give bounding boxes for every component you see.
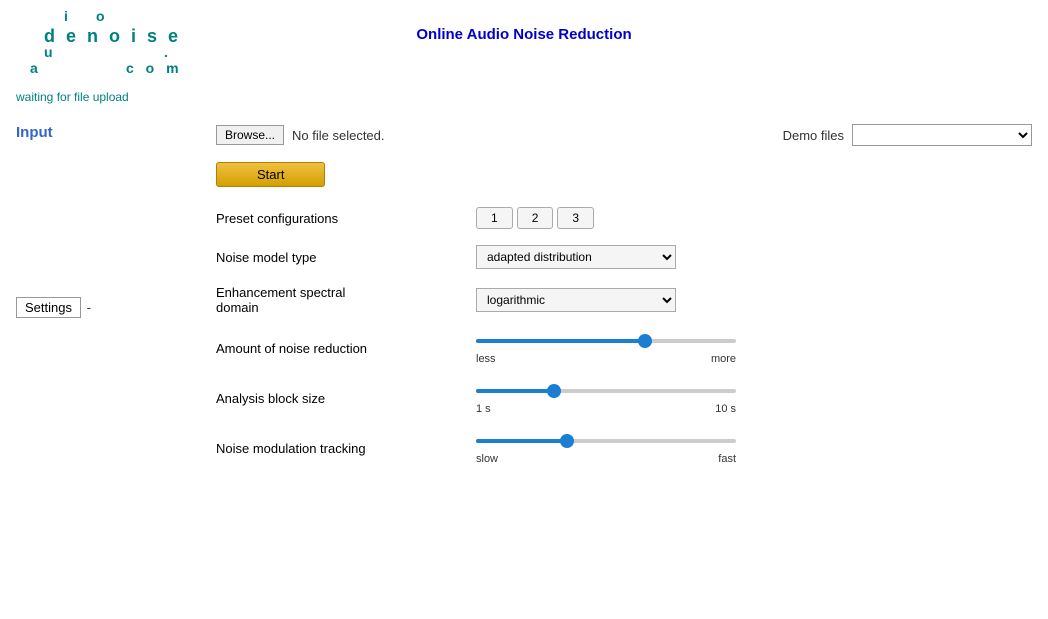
enhancement-label: Enhancement spectral domain [216, 285, 476, 315]
demo-files-label: Demo files [783, 128, 844, 143]
block-size-fill [476, 389, 554, 393]
status-text: waiting for file upload [16, 90, 129, 104]
logo-dot: . [164, 44, 172, 60]
noise-reduction-labels: less more [476, 353, 736, 365]
preset-label: Preset configurations [216, 211, 476, 226]
modulation-thumb[interactable] [560, 434, 574, 448]
block-size-labels: 1 s 10 s [476, 403, 736, 415]
logo: i o d e n o i s e u . a c o m [16, 8, 196, 78]
noise-reduction-control: less more [476, 331, 1032, 365]
demo-group: Demo files [783, 124, 1032, 146]
modulation-label: Noise modulation tracking [216, 441, 476, 456]
settings-section: Settings - [16, 297, 184, 318]
preset-control: 1 2 3 [476, 207, 1032, 229]
content-area: Browse... No file selected. Demo files S… [200, 116, 1048, 489]
modulation-min: slow [476, 453, 498, 465]
enhancement-control: logarithmic linear mel [476, 288, 1032, 312]
logo-o: o [96, 8, 109, 24]
block-size-slider-container [476, 381, 736, 401]
enhancement-row: Enhancement spectral domain logarithmic … [216, 285, 1032, 315]
enhancement-label-line2: domain [216, 300, 259, 315]
enhancement-select[interactable]: logarithmic linear mel [476, 288, 676, 312]
file-status-text: No file selected. [292, 128, 385, 143]
noise-model-select[interactable]: adapted distribution fixed distribution … [476, 245, 676, 269]
sidebar: Input Settings - [0, 116, 200, 489]
modulation-fill [476, 439, 567, 443]
preset-row: Preset configurations 1 2 3 [216, 207, 1032, 229]
logo-u: u [44, 44, 57, 60]
preset-btn-1[interactable]: 1 [476, 207, 513, 229]
block-size-row: Analysis block size 1 s 10 s [216, 381, 1032, 415]
settings-area: Preset configurations 1 2 3 Noise model … [216, 207, 1032, 481]
block-size-min: 1 s [476, 403, 491, 415]
header: i o d e n o i s e u . a c o m Online Aud… [0, 0, 1048, 86]
logo-a: a [30, 60, 42, 76]
modulation-row: Noise modulation tracking slow fast [216, 431, 1032, 465]
main-content: Input Settings - Browse... No file selec… [0, 116, 1048, 489]
input-label: Input [16, 124, 184, 141]
modulation-track [476, 439, 736, 443]
noise-reduction-min: less [476, 353, 496, 365]
modulation-max: fast [718, 453, 736, 465]
logo-com: c o m [126, 60, 183, 76]
status-bar: waiting for file upload [0, 86, 1048, 108]
site-title: Online Audio Noise Reduction [416, 26, 631, 43]
modulation-labels: slow fast [476, 453, 736, 465]
noise-reduction-label: Amount of noise reduction [216, 341, 476, 356]
browse-button[interactable]: Browse... [216, 125, 284, 145]
noise-reduction-track [476, 339, 736, 343]
preset-btns: 1 2 3 [476, 207, 1032, 229]
settings-label-text: Settings [25, 300, 72, 315]
start-btn-row: Start [216, 162, 1032, 187]
browse-group: Browse... No file selected. [216, 125, 385, 145]
noise-reduction-thumb[interactable] [638, 334, 652, 348]
noise-model-label: Noise model type [216, 250, 476, 265]
noise-reduction-fill [476, 339, 645, 343]
block-size-max: 10 s [715, 403, 736, 415]
block-size-track [476, 389, 736, 393]
block-size-thumb[interactable] [547, 384, 561, 398]
top-controls: Browse... No file selected. Demo files [216, 124, 1032, 146]
block-size-label: Analysis block size [216, 391, 476, 406]
block-size-control: 1 s 10 s [476, 381, 1032, 415]
demo-files-select[interactable] [852, 124, 1032, 146]
noise-model-row: Noise model type adapted distribution fi… [216, 245, 1032, 269]
enhancement-label-line1: Enhancement spectral [216, 285, 345, 300]
noise-reduction-row: Amount of noise reduction less more [216, 331, 1032, 365]
modulation-slider-container [476, 431, 736, 451]
preset-btn-2[interactable]: 2 [517, 207, 554, 229]
noise-reduction-slider-container [476, 331, 736, 351]
noise-model-control: adapted distribution fixed distribution … [476, 245, 1032, 269]
modulation-control: slow fast [476, 431, 1032, 465]
settings-dash: - [87, 300, 91, 315]
logo-denoise: d e n o i s e [44, 26, 181, 47]
input-section: Input [16, 124, 184, 141]
start-button[interactable]: Start [216, 162, 325, 187]
preset-btn-3[interactable]: 3 [557, 207, 594, 229]
settings-button[interactable]: Settings [16, 297, 81, 318]
noise-reduction-max: more [711, 353, 736, 365]
logo-i: i [64, 8, 72, 24]
